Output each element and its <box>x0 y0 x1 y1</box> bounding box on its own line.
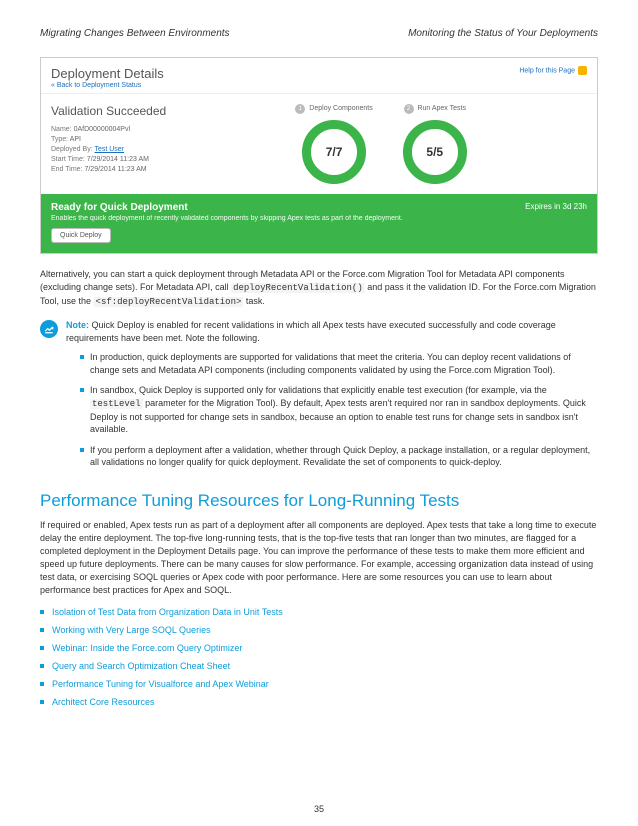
donut-tests: 5/5 <box>403 120 467 184</box>
back-link[interactable]: « Back to Deployment Status <box>51 82 587 89</box>
band-subtitle: Enables the quick deployment of recently… <box>51 215 587 222</box>
note-label: Note: <box>66 320 89 330</box>
step-2-number: 2 <box>404 104 414 114</box>
note-icon <box>40 320 58 338</box>
step-deploy-components: 1 Deploy Components 7/7 <box>295 104 372 184</box>
panel-title: Deployment Details <box>51 66 587 81</box>
panel-header: Deployment Details « Back to Deployment … <box>41 58 597 94</box>
resource-link[interactable]: Architect Core Resources <box>40 697 598 707</box>
paragraph-alternatively: Alternatively, you can start a quick dep… <box>40 268 598 309</box>
deployed-by-link[interactable]: Test User <box>94 146 124 153</box>
help-link[interactable]: Help for this Page <box>519 66 587 75</box>
resource-link[interactable]: Working with Very Large SOQL Queries <box>40 625 598 635</box>
progress-steps: 1 Deploy Components 7/7 2 Run Apex Tests… <box>295 104 587 184</box>
code-testlevel: testLevel <box>90 399 143 409</box>
note-bullet-1: In production, quick deployments are sup… <box>80 351 598 376</box>
panel-body: Validation Succeeded Name: 0AfD00000004P… <box>41 94 597 194</box>
step-run-apex: 2 Run Apex Tests 5/5 <box>403 104 467 184</box>
page-header: Migrating Changes Between Environments M… <box>40 28 598 39</box>
header-right: Monitoring the Status of Your Deployment… <box>408 28 598 39</box>
note-bullet-3: If you perform a deployment after a vali… <box>80 444 598 469</box>
code-deploy-recent: deployRecentValidation() <box>231 283 365 293</box>
donut-deploy: 7/7 <box>302 120 366 184</box>
quick-deploy-band: Ready for Quick Deployment Enables the q… <box>41 194 597 253</box>
meta-deployed-by: Deployed By: Test User <box>51 146 275 153</box>
resource-link[interactable]: Isolation of Test Data from Organization… <box>40 607 598 617</box>
validation-title: Validation Succeeded <box>51 104 275 118</box>
resource-link[interactable]: Performance Tuning for Visualforce and A… <box>40 679 598 689</box>
resources-list: Isolation of Test Data from Organization… <box>40 607 598 707</box>
section-title: Performance Tuning Resources for Long-Ru… <box>40 491 598 511</box>
resource-link[interactable]: Query and Search Optimization Cheat Shee… <box>40 661 598 671</box>
meta-end: End Time: 7/29/2014 11:23 AM <box>51 166 275 173</box>
band-expires: Expires in 3d 23h <box>525 202 587 211</box>
note-content: Note: Quick Deploy is enabled for recent… <box>66 319 598 477</box>
page-number: 35 <box>0 804 638 814</box>
step-1-label: Deploy Components <box>309 105 372 112</box>
code-sf-task: <sf:deployRecentValidation> <box>94 297 244 307</box>
meta-start: Start Time: 7/29/2014 11:23 AM <box>51 156 275 163</box>
step-1-number: 1 <box>295 104 305 114</box>
note-list: In production, quick deployments are sup… <box>66 351 598 469</box>
resource-link[interactable]: Webinar: Inside the Force.com Query Opti… <box>40 643 598 653</box>
note-bullet-2: In sandbox, Quick Deploy is supported on… <box>80 384 598 435</box>
meta-type: Type: API <box>51 136 275 143</box>
note-block: Note: Quick Deploy is enabled for recent… <box>40 319 598 477</box>
validation-summary: Validation Succeeded Name: 0AfD00000004P… <box>51 104 275 184</box>
step-2-label: Run Apex Tests <box>417 105 466 112</box>
meta-name: Name: 0AfD00000004Pvl <box>51 126 275 133</box>
section-paragraph: If required or enabled, Apex tests run a… <box>40 519 598 597</box>
band-title: Ready for Quick Deployment <box>51 202 587 213</box>
quick-deploy-button[interactable]: Quick Deploy <box>51 228 111 243</box>
deployment-details-panel: Deployment Details « Back to Deployment … <box>40 57 598 254</box>
header-left: Migrating Changes Between Environments <box>40 28 230 39</box>
